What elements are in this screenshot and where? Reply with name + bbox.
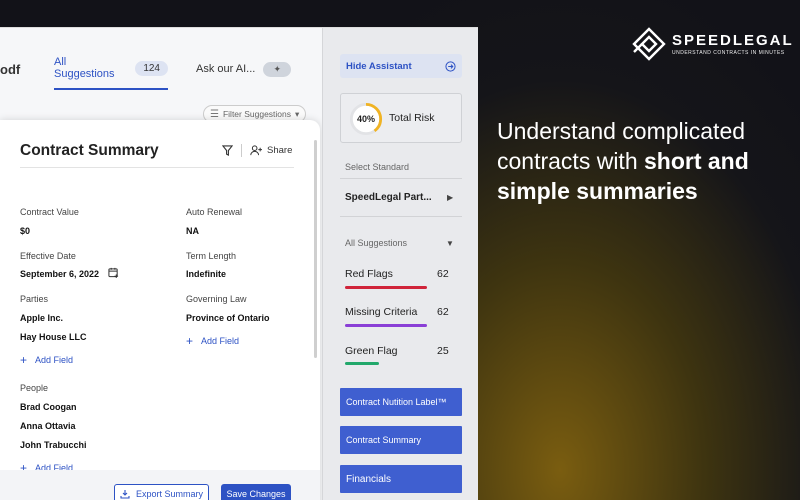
missing-criteria-bar xyxy=(345,324,427,327)
missing-criteria-label[interactable]: Missing Criteria xyxy=(345,306,417,318)
sparkle-icon: ✦ xyxy=(263,61,292,77)
scrollbar[interactable] xyxy=(314,140,317,358)
governing-law-label: Governing Law xyxy=(186,294,247,304)
contract-summary-button[interactable]: Contract Summary xyxy=(340,426,462,454)
download-icon xyxy=(120,490,130,499)
save-changes-button[interactable]: Save Changes xyxy=(221,484,291,500)
hide-assistant-label: Hide Assistant xyxy=(346,60,412,72)
green-flag-count: 25 xyxy=(437,345,449,357)
risk-label: Total Risk xyxy=(389,112,435,124)
speedlegal-logo: SPEEDLEGAL UNDERSTAND CONTRACTS IN MINUT… xyxy=(632,27,794,61)
party-item[interactable]: Hay House LLC xyxy=(20,332,87,342)
tab-ask-ai[interactable]: Ask our AI... ✦ xyxy=(196,56,292,90)
divider xyxy=(340,216,462,217)
red-flags-label[interactable]: Red Flags xyxy=(345,268,393,280)
green-flag-bar xyxy=(345,362,379,365)
divider xyxy=(241,144,242,157)
brand-tagline: UNDERSTAND CONTRACTS IN MINUTES xyxy=(672,50,785,56)
governing-law-value[interactable]: Province of Ontario xyxy=(186,313,270,323)
people-label: People xyxy=(20,383,49,393)
share-label: Share xyxy=(267,145,293,156)
card-title: Contract Summary xyxy=(20,142,159,159)
plus-icon: + xyxy=(20,353,28,367)
auto-renewal-label: Auto Renewal xyxy=(186,207,243,217)
calendar-icon[interactable] xyxy=(108,267,119,278)
tab-label: All Suggestions xyxy=(54,56,115,80)
person-item[interactable]: Anna Ottavia xyxy=(20,421,76,431)
add-user-icon xyxy=(250,145,262,156)
filter-label: Filter Suggestions xyxy=(222,109,292,119)
term-length-value[interactable]: Indefinite xyxy=(186,269,226,279)
document-name: odf xyxy=(0,62,21,77)
filter-funnel-icon[interactable] xyxy=(222,145,233,156)
red-flags-count: 62 xyxy=(437,268,449,280)
add-field-button[interactable]: + Add Field xyxy=(186,334,239,348)
contract-value-label: Contract Value xyxy=(20,207,79,217)
marketing-headline: Understand complicated contracts with sh… xyxy=(497,116,797,206)
filter-lines-icon: ☰ xyxy=(210,108,219,120)
diamond-logo-icon xyxy=(632,27,666,61)
export-label: Export Summary xyxy=(135,489,204,499)
divider xyxy=(20,167,294,168)
export-summary-button[interactable]: Export Summary xyxy=(114,484,209,500)
caret-right-icon: ▶ xyxy=(447,193,454,202)
tab-label: Ask our AI... xyxy=(196,63,256,75)
add-field-label: Add Field xyxy=(201,336,240,346)
arrow-circle-right-icon xyxy=(445,60,456,72)
share-button[interactable]: Share xyxy=(250,145,292,156)
effective-date-value[interactable]: September 6, 2022 xyxy=(20,269,99,279)
assistant-panel: Hide Assistant 40% Total Risk Select Sta… xyxy=(322,28,478,500)
divider xyxy=(340,178,462,179)
tab-all-suggestions[interactable]: All Suggestions 124 xyxy=(54,56,168,90)
person-item[interactable]: Brad Coogan xyxy=(20,402,77,412)
green-flag-label[interactable]: Green Flag xyxy=(345,345,398,357)
risk-percent: 40% xyxy=(356,114,375,124)
party-item[interactable]: Apple Inc. xyxy=(20,313,63,323)
plus-icon: + xyxy=(186,334,194,348)
main-panel: odf All Suggestions 124 Ask our AI... ✦ … xyxy=(0,28,322,500)
suggestion-tabs: All Suggestions 124 Ask our AI... ✦ xyxy=(54,56,292,90)
effective-date-label: Effective Date xyxy=(20,251,76,261)
add-field-label: Add Field xyxy=(35,355,74,365)
standard-select[interactable]: SpeedLegal Part... xyxy=(345,192,432,203)
contract-summary-card: Contract Summary Share Contract Value $0… xyxy=(0,120,320,500)
select-standard-label: Select Standard xyxy=(345,162,410,172)
caret-down-icon: ▾ xyxy=(295,108,300,119)
parties-label: Parties xyxy=(20,294,49,304)
term-length-label: Term Length xyxy=(186,251,237,261)
missing-criteria-count: 62 xyxy=(437,306,449,318)
suggestion-count-badge: 124 xyxy=(135,60,168,76)
suggestions-dropdown[interactable]: All Suggestions xyxy=(345,238,407,248)
app-window: odf All Suggestions 124 Ask our AI... ✦ … xyxy=(0,27,478,500)
person-item[interactable]: John Trabucchi xyxy=(20,440,87,450)
contract-value[interactable]: $0 xyxy=(20,226,30,236)
brand-name: SPEEDLEGAL xyxy=(672,32,794,49)
auto-renewal-value[interactable]: NA xyxy=(186,226,199,236)
add-field-button[interactable]: + Add Field xyxy=(20,353,73,367)
caret-down-icon: ▼ xyxy=(446,239,454,248)
hide-assistant-button[interactable]: Hide Assistant xyxy=(340,54,462,78)
red-flags-bar xyxy=(345,286,427,289)
card-tools: Share xyxy=(222,144,292,157)
total-risk-card[interactable]: 40% Total Risk xyxy=(340,93,462,143)
financials-button[interactable]: Financials xyxy=(340,465,462,493)
nutrition-label-button[interactable]: Contract Nutition Label™ xyxy=(340,388,462,416)
